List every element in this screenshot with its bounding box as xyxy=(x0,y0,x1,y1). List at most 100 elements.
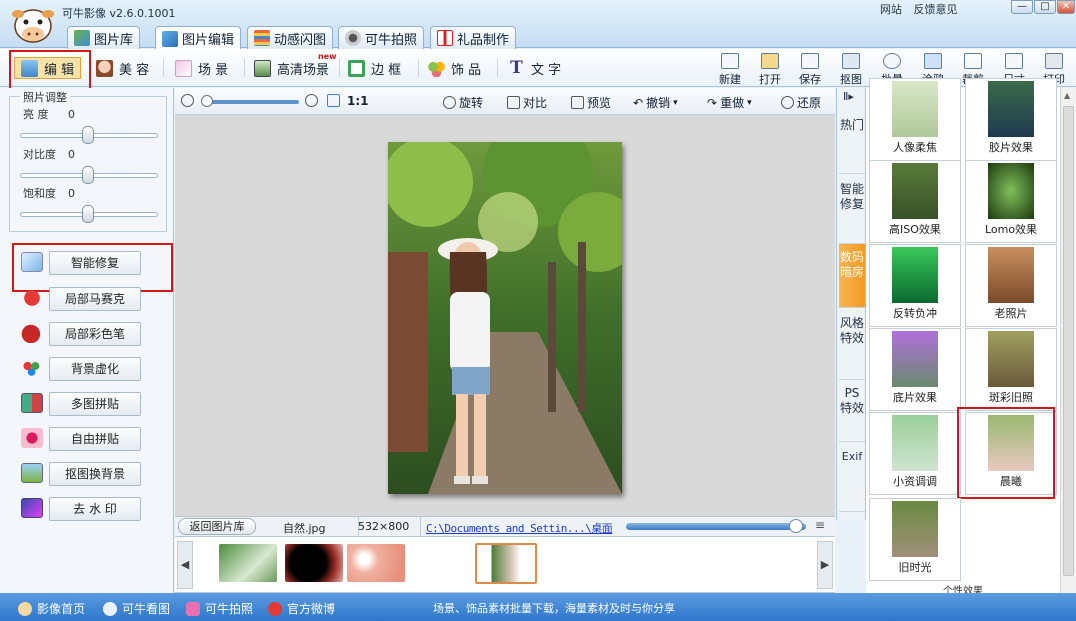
tool-decoration[interactable]: 饰 品 xyxy=(428,57,481,79)
strip-next-button[interactable]: ▶ xyxy=(817,541,833,589)
thumbnail-selected[interactable] xyxy=(475,543,537,584)
effect-item[interactable]: 高ISO效果 xyxy=(869,160,961,243)
promo-text[interactable]: 场景、饰品素材批量下载，海量素材及时与你分享 xyxy=(433,600,675,616)
smart-repair-button[interactable]: 智能修复 xyxy=(49,251,141,275)
effect-item[interactable]: 底片效果 xyxy=(869,328,961,411)
blur-background-icon xyxy=(21,358,43,378)
zoom-slider[interactable] xyxy=(203,100,299,104)
tab-animation[interactable]: 动感闪图 xyxy=(247,26,334,49)
status-bar: 影像首页 可牛看图 可牛拍照 官方微博 场景、饰品素材批量下载，海量素材及时与你… xyxy=(0,593,1076,621)
thumbnail[interactable] xyxy=(219,544,277,582)
minimize-button[interactable]: — xyxy=(1011,0,1033,14)
scroll-thumb[interactable] xyxy=(1063,106,1074,576)
tool-text[interactable]: T 文 字 xyxy=(508,57,561,79)
collapse-icon[interactable]: Ⅱ▸ xyxy=(843,90,854,103)
tab-photo-edit-label: 图片编辑 xyxy=(182,33,235,48)
tab-ps-effects[interactable]: PS特效 xyxy=(839,380,865,442)
effect-item[interactable]: 斑彩旧照 xyxy=(965,328,1057,411)
close-button[interactable]: ✕ xyxy=(1057,0,1075,14)
fit-screen-icon[interactable] xyxy=(327,94,343,107)
redo-button[interactable]: ↷ 重做 ▾ xyxy=(707,94,752,111)
edited-photo[interactable] xyxy=(388,142,622,494)
divider xyxy=(339,59,340,77)
viewer-link[interactable]: 可牛看图 xyxy=(103,600,170,617)
divider xyxy=(420,517,421,536)
top-links: 网站 反馈意见 xyxy=(880,1,966,17)
tab-gallery[interactable]: 图片库 xyxy=(67,26,141,49)
effect-preview xyxy=(988,81,1034,137)
file-path-link[interactable]: C:\Documents and Settin...\桌面 xyxy=(426,520,613,536)
tab-exif[interactable]: Exif xyxy=(839,442,865,512)
undo-dropdown-icon[interactable]: ▾ xyxy=(673,98,678,108)
zoom-out-icon[interactable] xyxy=(181,94,197,107)
restore-button[interactable]: 还原 xyxy=(781,94,821,111)
compare-button[interactable]: 对比 xyxy=(507,94,547,111)
strip-prev-button[interactable]: ◀ xyxy=(177,541,193,589)
multi-collage-button[interactable]: 多图拼贴 xyxy=(49,392,141,416)
weibo-link[interactable]: 官方微博 xyxy=(268,600,335,617)
website-link[interactable]: 网站 xyxy=(880,3,902,16)
effect-item[interactable]: 老照片 xyxy=(965,244,1057,327)
list-menu-icon[interactable]: ≡ xyxy=(815,518,825,532)
tab-style-effects[interactable]: 风格特效 xyxy=(839,308,865,380)
background-blur-button[interactable]: 背景虚化 xyxy=(49,357,141,381)
tab-hot[interactable]: 热门 xyxy=(839,110,865,174)
brightness-knob[interactable] xyxy=(82,126,94,144)
scroll-up-icon[interactable]: ▲ xyxy=(1064,91,1070,100)
brightness-value: 0 xyxy=(68,108,75,121)
saturation-knob[interactable] xyxy=(82,205,94,223)
effects-scrollbar[interactable]: ▲ xyxy=(1060,88,1076,593)
more-effects-label[interactable]: 个性效果 xyxy=(866,584,1060,593)
effect-item[interactable]: 小资调调 xyxy=(869,412,961,495)
effect-item[interactable]: Lomo效果 xyxy=(965,160,1057,243)
tool-frame[interactable]: 边 框 xyxy=(348,57,401,79)
thumbnail[interactable] xyxy=(347,544,405,582)
save-button[interactable]: 保存 xyxy=(792,52,828,86)
local-color-pen-button[interactable]: 局部彩色笔 xyxy=(49,322,141,346)
free-collage-button[interactable]: 自由拼贴 xyxy=(49,427,141,451)
feedback-link[interactable]: 反馈意见 xyxy=(914,3,958,16)
new-label: 新建 xyxy=(719,73,741,86)
image-info-bar: 返回图片库 自然.jpg 532×800 C:\Documents and Se… xyxy=(175,516,835,537)
zoom-progress-bar[interactable] xyxy=(626,523,806,530)
rotate-button[interactable]: 旋转 xyxy=(443,94,483,111)
zoom-knob[interactable] xyxy=(201,95,213,107)
cutout-button[interactable]: 抠图 xyxy=(833,52,869,86)
redo-dropdown-icon[interactable]: ▾ xyxy=(747,98,752,108)
zoom-progress-knob[interactable] xyxy=(789,519,803,533)
home-link[interactable]: 影像首页 xyxy=(18,600,85,617)
camera-link[interactable]: 可牛拍照 xyxy=(186,600,253,617)
effect-item[interactable]: 反转负冲 xyxy=(869,244,961,327)
open-button[interactable]: 打开 xyxy=(752,52,788,86)
actual-size-button[interactable]: 1:1 xyxy=(347,94,369,108)
remove-watermark-button[interactable]: 去 水 印 xyxy=(49,497,141,521)
back-to-gallery-button[interactable]: 返回图片库 xyxy=(178,518,256,535)
undo-button[interactable]: ↶ 撤销 ▾ xyxy=(633,94,678,111)
tab-darkroom[interactable]: 数码暗房 xyxy=(839,244,865,308)
tool-beauty[interactable]: 美 容 xyxy=(96,57,149,79)
new-button[interactable]: 新建 xyxy=(712,52,748,86)
local-mosaic-button[interactable]: 局部马赛克 xyxy=(49,287,141,311)
effect-item[interactable]: 胶片效果 xyxy=(965,78,1057,161)
edit-icon xyxy=(21,59,38,77)
cutout-background-button[interactable]: 抠图换背景 xyxy=(49,462,141,486)
effect-item[interactable]: 人像柔焦 xyxy=(869,78,961,161)
preview-button[interactable]: 预览 xyxy=(571,94,611,111)
contrast-knob[interactable] xyxy=(82,166,94,184)
tool-scene[interactable]: 场 景 xyxy=(175,57,228,79)
tab-smart-repair[interactable]: 智能修复 xyxy=(839,174,865,244)
maximize-button[interactable]: □ xyxy=(1034,0,1056,14)
tool-edit[interactable]: 编 辑 xyxy=(14,57,82,79)
effect-item[interactable]: 旧时光 xyxy=(869,498,961,581)
effect-preview xyxy=(892,501,938,557)
effect-label: 胶片效果 xyxy=(989,141,1033,154)
tab-photo-edit[interactable]: 图片编辑 xyxy=(155,26,242,50)
thumbnail[interactable] xyxy=(285,544,343,582)
gift-icon xyxy=(437,30,453,46)
tab-camera[interactable]: 可牛拍照 xyxy=(338,26,425,49)
zoom-in-icon[interactable] xyxy=(305,94,321,107)
divider xyxy=(497,59,498,77)
effect-label: 高ISO效果 xyxy=(889,223,941,236)
tab-gift[interactable]: 礼品制作 xyxy=(430,26,517,49)
canvas-toolbar: 1:1 旋转 对比 预览 ↶ 撤销 ▾ ↷ 重做 ▾ 还原 xyxy=(175,88,835,115)
